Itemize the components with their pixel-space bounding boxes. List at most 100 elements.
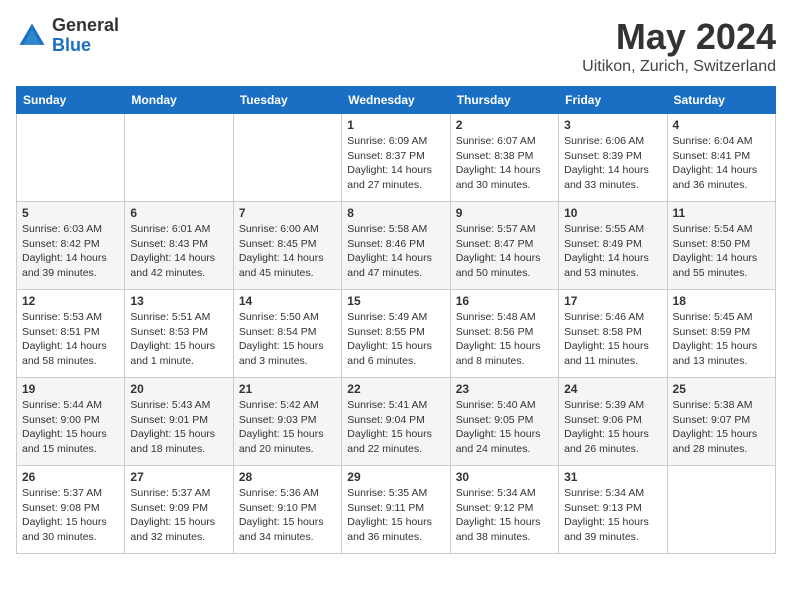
calendar-cell: 3 Sunrise: 6:06 AM Sunset: 8:39 PM Daylig… [559, 114, 667, 202]
calendar-cell: 28 Sunrise: 5:36 AM Sunset: 9:10 PM Dayli… [233, 466, 341, 554]
day-info: Sunrise: 5:51 AM Sunset: 8:53 PM Dayligh… [130, 310, 227, 369]
day-number: 6 [130, 206, 227, 220]
day-number: 14 [239, 294, 336, 308]
calendar-cell: 5Sunrise: 6:03 AM Sunset: 8:42 PM Daylig… [17, 202, 125, 290]
day-number: 24 [564, 382, 661, 396]
day-info: Sunrise: 5:49 AM Sunset: 8:55 PM Dayligh… [347, 310, 444, 369]
calendar-cell: 13 Sunrise: 5:51 AM Sunset: 8:53 PM Dayli… [125, 290, 233, 378]
calendar-cell: 11 Sunrise: 5:54 AM Sunset: 8:50 PM Dayli… [667, 202, 775, 290]
day-number: 21 [239, 382, 336, 396]
calendar-cell [125, 114, 233, 202]
week-row-5: 26 Sunrise: 5:37 AM Sunset: 9:08 PM Dayli… [17, 466, 776, 554]
day-number: 29 [347, 470, 444, 484]
calendar-cell: 21 Sunrise: 5:42 AM Sunset: 9:03 PM Dayli… [233, 378, 341, 466]
calendar-table: SundayMondayTuesdayWednesdayThursdayFrid… [16, 86, 776, 554]
title-block: May 2024 Uitikon, Zurich, Switzerland [582, 16, 776, 76]
calendar-cell: 30Sunrise: 5:34 AM Sunset: 9:12 PM Dayli… [450, 466, 558, 554]
day-number: 12 [22, 294, 119, 308]
col-header-sunday: Sunday [17, 87, 125, 114]
calendar-cell: 20Sunrise: 5:43 AM Sunset: 9:01 PM Dayli… [125, 378, 233, 466]
day-number: 5 [22, 206, 119, 220]
logo-blue: Blue [52, 35, 91, 55]
calendar-cell: 4Sunrise: 6:04 AM Sunset: 8:41 PM Daylig… [667, 114, 775, 202]
calendar-header: SundayMondayTuesdayWednesdayThursdayFrid… [17, 87, 776, 114]
calendar-body: 1 Sunrise: 6:09 AM Sunset: 8:37 PM Daylig… [17, 114, 776, 554]
day-number: 1 [347, 118, 444, 132]
week-row-4: 19Sunrise: 5:44 AM Sunset: 9:00 PM Dayli… [17, 378, 776, 466]
day-info: Sunrise: 5:43 AM Sunset: 9:01 PM Dayligh… [130, 398, 227, 457]
day-info: Sunrise: 5:42 AM Sunset: 9:03 PM Dayligh… [239, 398, 336, 457]
day-number: 15 [347, 294, 444, 308]
day-info: Sunrise: 5:39 AM Sunset: 9:06 PM Dayligh… [564, 398, 661, 457]
calendar-cell: 9 Sunrise: 5:57 AM Sunset: 8:47 PM Daylig… [450, 202, 558, 290]
day-number: 9 [456, 206, 553, 220]
day-info: Sunrise: 5:37 AM Sunset: 9:08 PM Dayligh… [22, 486, 119, 545]
day-number: 27 [130, 470, 227, 484]
month-year: May 2024 [582, 16, 776, 58]
calendar-cell: 24 Sunrise: 5:39 AM Sunset: 9:06 PM Dayli… [559, 378, 667, 466]
calendar-cell: 17Sunrise: 5:46 AM Sunset: 8:58 PM Dayli… [559, 290, 667, 378]
day-number: 23 [456, 382, 553, 396]
calendar-cell [233, 114, 341, 202]
day-number: 16 [456, 294, 553, 308]
calendar-cell: 16 Sunrise: 5:48 AM Sunset: 8:56 PM Dayli… [450, 290, 558, 378]
col-header-monday: Monday [125, 87, 233, 114]
calendar-cell: 27 Sunrise: 5:37 AM Sunset: 9:09 PM Dayli… [125, 466, 233, 554]
day-info: Sunrise: 5:34 AM Sunset: 9:13 PM Dayligh… [564, 486, 661, 545]
calendar-cell: 19Sunrise: 5:44 AM Sunset: 9:00 PM Dayli… [17, 378, 125, 466]
calendar-cell: 18Sunrise: 5:45 AM Sunset: 8:59 PM Dayli… [667, 290, 775, 378]
header-row: SundayMondayTuesdayWednesdayThursdayFrid… [17, 87, 776, 114]
day-info: Sunrise: 5:34 AM Sunset: 9:12 PM Dayligh… [456, 486, 553, 545]
day-info: Sunrise: 6:01 AM Sunset: 8:43 PM Dayligh… [130, 222, 227, 281]
day-number: 2 [456, 118, 553, 132]
calendar-cell: 14 Sunrise: 5:50 AM Sunset: 8:54 PM Dayli… [233, 290, 341, 378]
week-row-3: 12 Sunrise: 5:53 AM Sunset: 8:51 PM Dayli… [17, 290, 776, 378]
calendar-cell: 2 Sunrise: 6:07 AM Sunset: 8:38 PM Daylig… [450, 114, 558, 202]
calendar-cell [667, 466, 775, 554]
calendar-cell: 8 Sunrise: 5:58 AM Sunset: 8:46 PM Daylig… [342, 202, 450, 290]
col-header-thursday: Thursday [450, 87, 558, 114]
day-info: Sunrise: 5:45 AM Sunset: 8:59 PM Dayligh… [673, 310, 770, 369]
day-info: Sunrise: 5:50 AM Sunset: 8:54 PM Dayligh… [239, 310, 336, 369]
day-info: Sunrise: 5:35 AM Sunset: 9:11 PM Dayligh… [347, 486, 444, 545]
day-info: Sunrise: 6:00 AM Sunset: 8:45 PM Dayligh… [239, 222, 336, 281]
day-info: Sunrise: 5:40 AM Sunset: 9:05 PM Dayligh… [456, 398, 553, 457]
calendar-cell: 31 Sunrise: 5:34 AM Sunset: 9:13 PM Dayli… [559, 466, 667, 554]
day-info: Sunrise: 5:48 AM Sunset: 8:56 PM Dayligh… [456, 310, 553, 369]
col-header-wednesday: Wednesday [342, 87, 450, 114]
calendar-cell: 29 Sunrise: 5:35 AM Sunset: 9:11 PM Dayli… [342, 466, 450, 554]
logo-general: General [52, 15, 119, 35]
page-header: General Blue May 2024 Uitikon, Zurich, S… [16, 16, 776, 76]
day-info: Sunrise: 6:09 AM Sunset: 8:37 PM Dayligh… [347, 134, 444, 193]
day-number: 28 [239, 470, 336, 484]
day-info: Sunrise: 5:55 AM Sunset: 8:49 PM Dayligh… [564, 222, 661, 281]
calendar-cell: 22Sunrise: 5:41 AM Sunset: 9:04 PM Dayli… [342, 378, 450, 466]
col-header-friday: Friday [559, 87, 667, 114]
day-number: 31 [564, 470, 661, 484]
day-number: 11 [673, 206, 770, 220]
day-number: 13 [130, 294, 227, 308]
day-info: Sunrise: 5:41 AM Sunset: 9:04 PM Dayligh… [347, 398, 444, 457]
day-info: Sunrise: 5:36 AM Sunset: 9:10 PM Dayligh… [239, 486, 336, 545]
col-header-tuesday: Tuesday [233, 87, 341, 114]
day-number: 4 [673, 118, 770, 132]
day-info: Sunrise: 5:57 AM Sunset: 8:47 PM Dayligh… [456, 222, 553, 281]
calendar-cell: 1 Sunrise: 6:09 AM Sunset: 8:37 PM Daylig… [342, 114, 450, 202]
day-info: Sunrise: 5:53 AM Sunset: 8:51 PM Dayligh… [22, 310, 119, 369]
day-number: 3 [564, 118, 661, 132]
calendar-cell: 15 Sunrise: 5:49 AM Sunset: 8:55 PM Dayli… [342, 290, 450, 378]
day-number: 26 [22, 470, 119, 484]
logo-icon [16, 20, 48, 52]
week-row-1: 1 Sunrise: 6:09 AM Sunset: 8:37 PM Daylig… [17, 114, 776, 202]
calendar-cell: 10 Sunrise: 5:55 AM Sunset: 8:49 PM Dayli… [559, 202, 667, 290]
day-info: Sunrise: 5:54 AM Sunset: 8:50 PM Dayligh… [673, 222, 770, 281]
day-number: 8 [347, 206, 444, 220]
calendar-cell: 12 Sunrise: 5:53 AM Sunset: 8:51 PM Dayli… [17, 290, 125, 378]
day-info: Sunrise: 5:37 AM Sunset: 9:09 PM Dayligh… [130, 486, 227, 545]
day-info: Sunrise: 6:06 AM Sunset: 8:39 PM Dayligh… [564, 134, 661, 193]
day-info: Sunrise: 6:07 AM Sunset: 8:38 PM Dayligh… [456, 134, 553, 193]
calendar-cell: 25Sunrise: 5:38 AM Sunset: 9:07 PM Dayli… [667, 378, 775, 466]
calendar-cell [17, 114, 125, 202]
day-info: Sunrise: 5:58 AM Sunset: 8:46 PM Dayligh… [347, 222, 444, 281]
day-number: 10 [564, 206, 661, 220]
